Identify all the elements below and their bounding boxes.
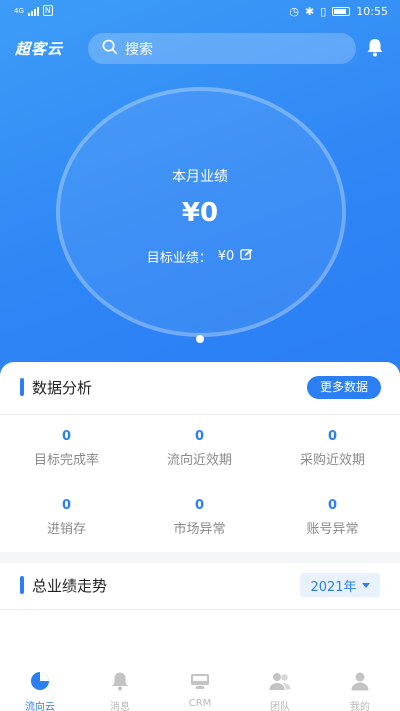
month-performance-label: 本月业绩	[172, 169, 228, 185]
year-select[interactable]: 2021年	[300, 573, 380, 597]
year-value: 2021年	[310, 579, 357, 595]
metric-flow-near-expiry[interactable]: 0 流向近效期	[133, 429, 266, 468]
tab-flow-cloud[interactable]: 流向云	[0, 663, 80, 711]
trend-card: 总业绩走势 2021年	[0, 563, 400, 663]
tab-label: 团队	[270, 702, 290, 711]
tab-label: 流向云	[25, 702, 55, 711]
tab-label: 我的	[350, 702, 370, 711]
metric-inventory[interactable]: 0 进销存	[0, 498, 133, 537]
bluetooth-icon: ✱	[305, 5, 315, 18]
tab-mine[interactable]: 我的	[320, 663, 400, 711]
metric-label: 账号异常	[306, 522, 359, 537]
tab-messages[interactable]: 消息	[80, 663, 160, 711]
data-analysis-title: 数据分析	[32, 379, 93, 397]
edit-icon[interactable]	[240, 248, 253, 265]
metric-target-completion[interactable]: 0 目标完成率	[0, 429, 133, 468]
person-icon	[350, 671, 370, 695]
battery-icon	[332, 7, 351, 16]
target-label: 目标业绩：	[146, 251, 212, 266]
tab-crm[interactable]: CRM	[160, 663, 240, 711]
bell-icon	[110, 671, 130, 695]
trend-title: 总业绩走势	[32, 577, 108, 595]
tab-team[interactable]: 团队	[240, 663, 320, 711]
data-analysis-header: 数据分析 更多数据	[0, 362, 400, 412]
metric-value: 0	[194, 498, 205, 513]
app-title: 超客云	[15, 40, 64, 58]
notification-bell-icon[interactable]	[366, 38, 384, 61]
pie-chart-icon	[30, 671, 50, 695]
divider	[0, 609, 400, 610]
section-accent	[20, 378, 24, 396]
tab-label: 消息	[110, 702, 130, 711]
top-bar: 超客云 搜索	[0, 30, 400, 66]
divider	[0, 414, 400, 415]
metric-value: 0	[61, 429, 72, 444]
monitor-icon	[190, 671, 210, 695]
bottom-tab-bar: 流向云 消息 CRM 团队 我的	[0, 663, 400, 711]
metric-purchase-near-expiry[interactable]: 0 采购近效期	[266, 429, 399, 468]
metric-value: 0	[61, 498, 72, 513]
signal-icon	[27, 6, 39, 16]
network-badge: N	[42, 5, 53, 16]
metric-label: 市场异常	[173, 522, 226, 537]
metric-label: 采购近效期	[299, 453, 365, 468]
carousel-indicator	[196, 335, 204, 343]
signal-text: 4G	[14, 6, 24, 15]
target-value: ¥0	[217, 249, 235, 264]
data-analysis-card: 数据分析 更多数据 0 目标完成率 0 流向近效期 0 采购近效期 0 进销存 …	[0, 362, 400, 552]
metric-account-anomaly[interactable]: 0 账号异常	[266, 498, 399, 537]
target-performance-row[interactable]: 目标业绩： ¥0	[0, 247, 400, 266]
month-performance-value: ¥0	[181, 198, 219, 228]
clock-time: 10:55	[356, 5, 388, 18]
alarm-icon: ◷	[289, 5, 300, 18]
metric-label: 目标完成率	[33, 453, 99, 468]
tab-label: CRM	[188, 698, 212, 709]
search-placeholder: 搜索	[125, 41, 153, 58]
people-icon	[269, 671, 291, 695]
metric-label: 进销存	[46, 522, 86, 537]
metric-value: 0	[327, 498, 338, 513]
more-data-button[interactable]: 更多数据	[307, 376, 381, 399]
status-bar: 4G N ◷ ✱ ▯ 10:55	[0, 0, 400, 24]
metric-value: 0	[194, 429, 205, 444]
vibrate-icon: ▯	[320, 5, 327, 18]
search-icon	[102, 39, 117, 58]
metric-market-anomaly[interactable]: 0 市场异常	[133, 498, 266, 537]
section-accent	[20, 576, 24, 594]
metric-value: 0	[327, 429, 338, 444]
caret-down-icon	[361, 582, 370, 588]
search-input[interactable]: 搜索	[88, 33, 356, 64]
metric-label: 流向近效期	[166, 453, 232, 468]
